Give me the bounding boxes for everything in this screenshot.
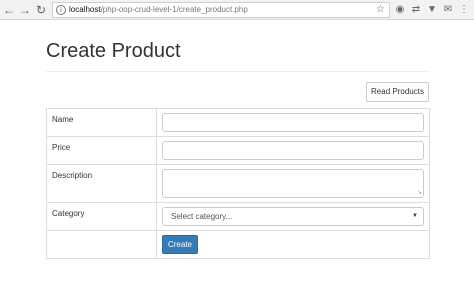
url-text: localhost/php-oop-crud-level-1/create_pr…	[69, 3, 248, 17]
bookmark-star-icon[interactable]: ☆	[376, 3, 385, 17]
form-row-description: Description ↘	[46, 164, 430, 203]
price-input[interactable]	[162, 141, 424, 160]
price-label: Price	[46, 136, 157, 165]
form-row-category: Category Select category... ▼	[46, 202, 430, 231]
submit-cell: Create	[156, 230, 430, 259]
menu-icon[interactable]: ⋮	[458, 3, 470, 17]
address-bar[interactable]: i localhost/php-oop-crud-level-1/create_…	[52, 2, 390, 18]
name-label: Name	[46, 108, 157, 137]
back-arrow-icon[interactable]: ←	[2, 2, 16, 18]
create-button[interactable]: Create	[162, 235, 198, 254]
category-select-value: Select category...	[171, 212, 233, 221]
url-path: /php-oop-crud-level-1/create_product.php	[100, 5, 248, 14]
reload-icon[interactable]: ↻	[34, 2, 48, 18]
url-host: localhost	[69, 5, 101, 14]
page-title: Create Product	[46, 40, 181, 62]
name-cell	[156, 108, 430, 137]
category-select[interactable]: Select category... ▼	[162, 207, 424, 226]
browser-toolbar: ← → ↻ i localhost/php-oop-crud-level-1/c…	[0, 0, 474, 20]
create-product-form: Name Price Description ↘ Category Select…	[46, 108, 430, 259]
description-textarea[interactable]: ↘	[162, 169, 424, 198]
camera-icon[interactable]: ◉	[394, 3, 406, 17]
pocket-icon[interactable]: ▼	[426, 3, 438, 17]
price-cell	[156, 136, 430, 165]
name-input[interactable]	[162, 113, 424, 132]
empty-cell	[46, 230, 157, 259]
mail-icon[interactable]: ✉	[442, 3, 454, 17]
category-label: Category	[46, 202, 157, 231]
category-cell: Select category... ▼	[156, 202, 430, 231]
code-icon[interactable]: ⇄	[410, 3, 422, 17]
resize-grip-icon[interactable]: ↘	[417, 190, 422, 196]
dropdown-arrow-icon: ▼	[412, 213, 418, 219]
form-row-name: Name	[46, 108, 430, 137]
description-cell: ↘	[156, 164, 430, 203]
read-products-button[interactable]: Read Products	[366, 82, 429, 102]
description-label: Description	[46, 164, 157, 203]
forward-arrow-icon[interactable]: →	[18, 2, 32, 18]
form-row-price: Price	[46, 136, 430, 165]
title-divider	[46, 71, 430, 72]
info-icon[interactable]: i	[56, 5, 66, 15]
form-row-submit: Create	[46, 230, 430, 259]
